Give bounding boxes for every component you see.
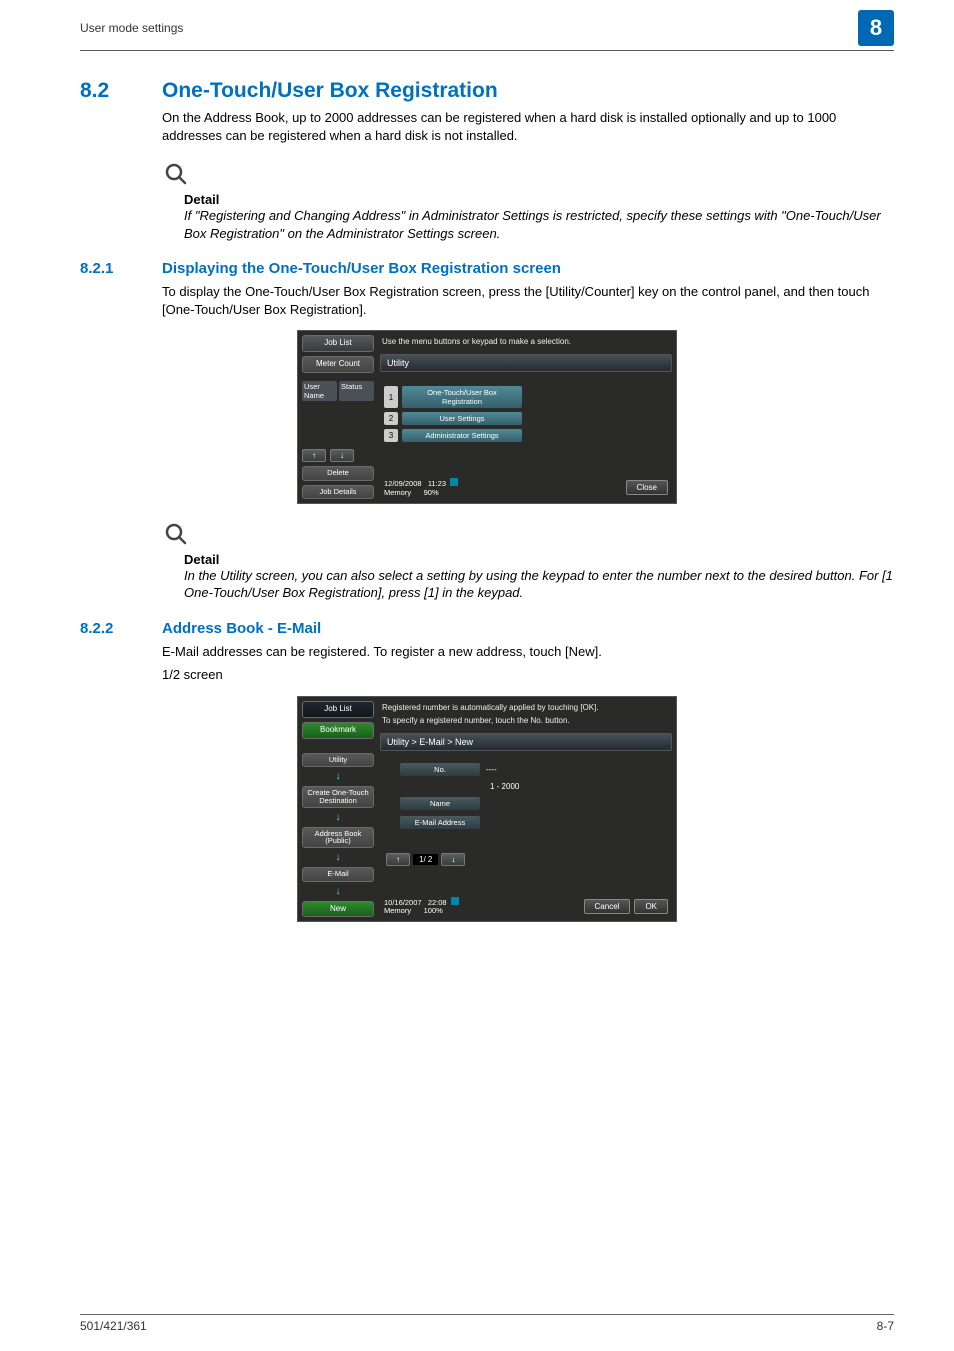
pager: ↑ 1/ 2 ↓ — [386, 853, 668, 866]
detail-block-2: Detail In the Utility screen, you can al… — [162, 522, 894, 602]
section-8-2-1-para: To display the One-Touch/User Box Regist… — [162, 283, 894, 318]
footer-rule — [80, 1314, 894, 1315]
panel2-main: Registered number is automatically appli… — [378, 697, 676, 919]
section-number: 8.2.2 — [80, 620, 142, 637]
no-range: 1 - 2000 — [490, 782, 519, 791]
address-book-breadcrumb[interactable]: Address Book (Public) — [302, 827, 374, 849]
memory-label: Memory — [384, 906, 411, 915]
page-header: User mode settings 8 — [0, 0, 954, 50]
email-breadcrumb[interactable]: E-Mail — [302, 867, 374, 881]
job-list-tab[interactable]: Job List — [302, 335, 374, 352]
detail-text: In the Utility screen, you can also sele… — [184, 567, 894, 602]
footer-right: 8-7 — [877, 1319, 894, 1333]
menu-row-1: 1 One-Touch/User Box Registration — [384, 386, 668, 408]
detail-text: If "Registering and Changing Address" in… — [184, 207, 894, 242]
create-one-touch-breadcrumb[interactable]: Create One-Touch Destination — [302, 786, 374, 808]
section-number: 8.2 — [80, 79, 142, 103]
section-8-2-heading: 8.2 One-Touch/User Box Registration — [80, 79, 894, 103]
panel2-status-bar: 10/16/2007 22:08 Memory 100% Cancel OK — [380, 895, 672, 918]
section-8-2-1-heading: 8.2.1 Displaying the One-Touch/User Box … — [80, 260, 894, 277]
email-address-button[interactable]: E-Mail Address — [400, 816, 480, 829]
cancel-button[interactable]: Cancel — [584, 899, 631, 914]
col-user-name: User Name — [302, 381, 337, 401]
section-8-2-2-para2: 1/2 screen — [162, 666, 894, 684]
job-list-scroll: ↑ ↓ — [302, 449, 374, 462]
menu-row-2: 2 User Settings — [384, 412, 668, 425]
panel2-sidebar: Job List Bookmark Utility ↓ Create One-T… — [298, 697, 378, 919]
utility-screen-figure: Job List Meter Count User Name Status ↑ … — [297, 330, 677, 504]
meter-count-button[interactable]: Meter Count — [302, 356, 374, 373]
chevron-down-icon: ↓ — [302, 771, 374, 782]
new-button[interactable]: New — [302, 901, 374, 918]
section-title: Address Book - E-Mail — [162, 620, 321, 637]
scroll-down-button[interactable]: ↓ — [330, 449, 354, 462]
section-title: Displaying the One-Touch/User Box Regist… — [162, 260, 561, 277]
section-number: 8.2.1 — [80, 260, 142, 277]
memory-value: 100% — [424, 906, 443, 915]
status-icon — [450, 478, 458, 486]
close-button[interactable]: Close — [626, 480, 668, 495]
no-button[interactable]: No. — [400, 763, 480, 776]
page-footer: 501/421/361 8-7 — [0, 1308, 954, 1334]
no-value: ---- — [486, 765, 497, 774]
magnifier-icon — [164, 162, 894, 190]
menu-number: 1 — [384, 386, 398, 408]
menu-number: 3 — [384, 429, 398, 442]
panel1-sidebar: Job List Meter Count User Name Status ↑ … — [298, 331, 378, 501]
utility-breadcrumb[interactable]: Utility — [302, 753, 374, 767]
administrator-settings-button[interactable]: Administrator Settings — [402, 429, 522, 442]
job-list-tab[interactable]: Job List — [302, 701, 374, 718]
footer-left: 501/421/361 — [80, 1319, 147, 1333]
one-touch-registration-button[interactable]: One-Touch/User Box Registration — [402, 386, 522, 408]
chevron-down-icon: ↓ — [302, 886, 374, 897]
no-range-row: 1 - 2000 — [490, 782, 668, 791]
magnifier-icon — [164, 522, 894, 550]
chevron-down-icon: ↓ — [302, 852, 374, 863]
page-up-button[interactable]: ↑ — [386, 853, 410, 866]
detail-label: Detail — [184, 552, 894, 567]
panel1-main: Use the menu buttons or keypad to make a… — [378, 331, 676, 501]
menu-number: 2 — [384, 412, 398, 425]
email-new-screen-figure: Job List Bookmark Utility ↓ Create One-T… — [297, 696, 677, 922]
panel2-instruction-1: Registered number is automatically appli… — [380, 701, 672, 712]
content-area: 8.2 One-Touch/User Box Registration On t… — [0, 51, 954, 952]
panel2-titlebar: Utility > E-Mail > New — [380, 733, 672, 751]
panel2-instruction-2: To specify a registered number, touch th… — [380, 716, 672, 729]
scroll-up-button[interactable]: ↑ — [302, 449, 326, 462]
job-details-button[interactable]: Job Details — [302, 485, 374, 499]
delete-button[interactable]: Delete — [302, 466, 374, 480]
panel1-titlebar: Utility — [380, 354, 672, 372]
ok-button[interactable]: OK — [634, 899, 668, 914]
col-status: Status — [339, 381, 374, 401]
section-8-2-2-heading: 8.2.2 Address Book - E-Mail — [80, 620, 894, 637]
chevron-down-icon: ↓ — [302, 812, 374, 823]
no-field-row: No. ---- — [400, 763, 668, 776]
page-indicator: 1/ 2 — [413, 854, 438, 865]
section-title: One-Touch/User Box Registration — [162, 79, 498, 103]
section-8-2-2-para1: E-Mail addresses can be registered. To r… — [162, 643, 894, 661]
detail-block-1: Detail If "Registering and Changing Addr… — [162, 162, 894, 242]
user-settings-button[interactable]: User Settings — [402, 412, 522, 425]
job-list-columns: User Name Status — [302, 381, 374, 401]
header-left-text: User mode settings — [80, 21, 183, 35]
panel1-status-bar: 12/09/2008 11:23 Memory 90% Close — [380, 476, 672, 499]
email-field-row: E-Mail Address — [400, 816, 668, 829]
menu-row-3: 3 Administrator Settings — [384, 429, 668, 442]
name-field-row: Name — [400, 797, 668, 810]
memory-value: 90% — [424, 488, 439, 497]
name-button[interactable]: Name — [400, 797, 480, 810]
chapter-badge: 8 — [858, 10, 894, 46]
panel1-instruction: Use the menu buttons or keypad to make a… — [380, 335, 672, 350]
memory-label: Memory — [384, 488, 411, 497]
section-8-2-para: On the Address Book, up to 2000 addresse… — [162, 109, 894, 144]
page-down-button[interactable]: ↓ — [441, 853, 465, 866]
detail-label: Detail — [184, 192, 894, 207]
status-icon — [451, 897, 459, 905]
bookmark-button[interactable]: Bookmark — [302, 722, 374, 739]
